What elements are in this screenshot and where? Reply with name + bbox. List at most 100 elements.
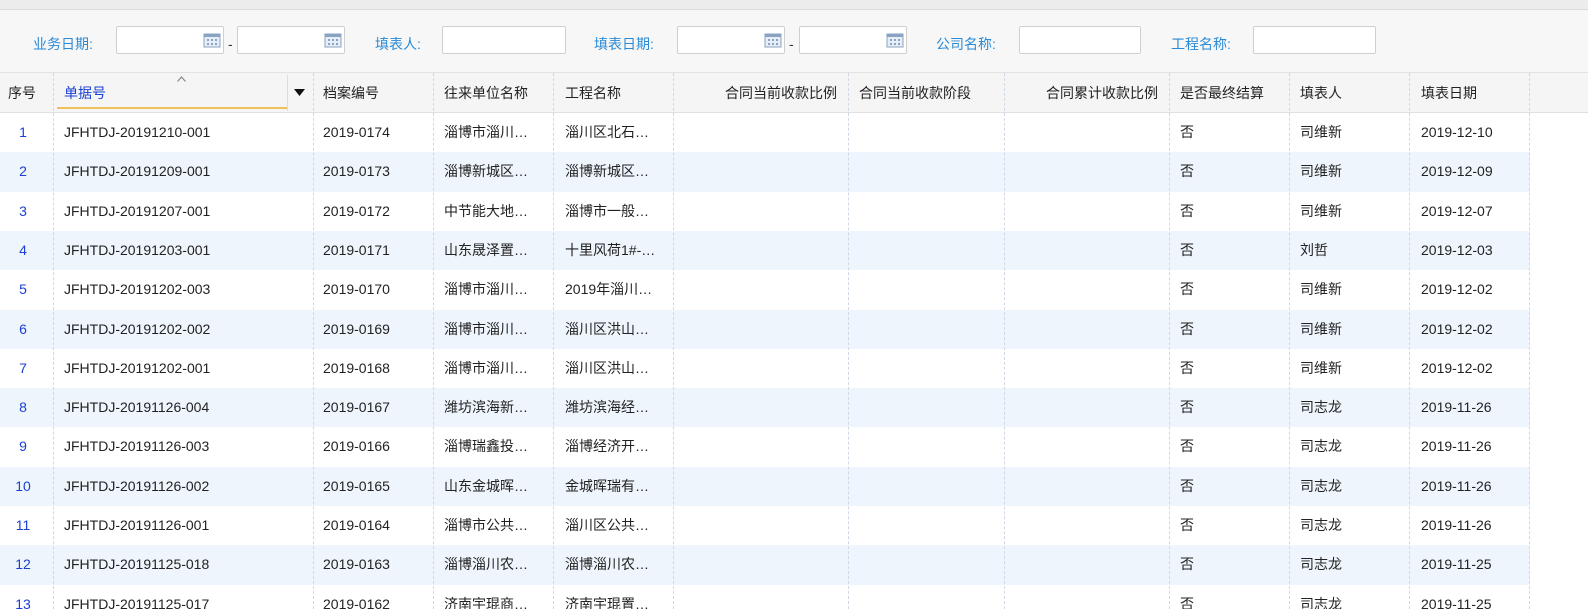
cell-fill-date: 2019-12-02 (1421, 320, 1493, 337)
column-header-partner-name[interactable]: 往来单位名称 (444, 73, 549, 113)
column-header-final-settlement[interactable]: 是否最终结算 (1180, 73, 1285, 113)
project-name-input[interactable] (1253, 26, 1376, 54)
row-index: 10 (15, 477, 31, 494)
cell-project-name: 淄川区洪山… (565, 359, 649, 376)
cell-cumulative-ratio (1010, 427, 1158, 466)
table-row[interactable]: 6 JFHTDJ-20191202-002 2019-0169 淄博市淄川… 淄川区洪山… (0, 309, 1530, 349)
cell-doc-number: JFHTDJ-20191202-002 (64, 320, 211, 337)
cell-project-name: 淄博市一般… (565, 202, 649, 219)
row-index: 9 (19, 438, 27, 455)
cell-filler: 司维新 (1300, 124, 1342, 140)
cell-cumulative-ratio (1010, 388, 1158, 427)
column-divider (1409, 73, 1410, 609)
table-row[interactable]: 12 JFHTDJ-20191125-018 2019-0163 淄博淄川农… 淄博淄川… (0, 545, 1530, 585)
row-index: 12 (15, 556, 31, 573)
business-date-end-input[interactable] (237, 26, 345, 54)
cell-doc-number: JFHTDJ-20191202-003 (64, 281, 211, 298)
cell-doc-number: JFHTDJ-20191202-001 (64, 359, 211, 376)
column-header-cumulative-ratio[interactable]: 合同累计收款比例 (1010, 73, 1158, 113)
cell-current-ratio (680, 192, 837, 231)
grid-header: 序号 单据号 档案编号 往来单位名称 工程名称 合同当前收款比例 合同当前收款阶… (0, 73, 1588, 113)
cell-project-name: 淄川区北石… (565, 124, 649, 140)
cell-doc-number: JFHTDJ-20191126-002 (64, 477, 210, 494)
column-divider (433, 73, 434, 609)
filler-label: 填表人: (375, 36, 421, 52)
cell-project-name: 十里风荷1#-… (565, 241, 656, 258)
cell-filler: 司维新 (1300, 163, 1342, 180)
cell-fill-date: 2019-12-03 (1421, 241, 1493, 258)
cell-file-number: 2019-0162 (323, 595, 390, 609)
cell-fill-date: 2019-12-10 (1421, 124, 1493, 140)
cell-current-stage (859, 388, 999, 427)
column-header-project-name[interactable]: 工程名称 (565, 73, 670, 113)
active-column-underline (57, 107, 287, 109)
calendar-icon[interactable] (324, 32, 342, 48)
cell-project-name: 淄博淄川农… (565, 556, 649, 573)
cell-doc-number: JFHTDJ-20191207-001 (64, 202, 211, 219)
cell-current-stage (859, 545, 999, 584)
fill-date-end-input[interactable] (799, 26, 907, 54)
table-row[interactable]: 11 JFHTDJ-20191126-001 2019-0164 淄博市公共… 淄川区公… (0, 506, 1530, 545)
column-divider (848, 73, 849, 609)
column-header-index[interactable]: 序号 (8, 73, 52, 113)
column-header-filler[interactable]: 填表人 (1300, 73, 1405, 113)
row-index: 5 (19, 281, 27, 298)
cell-doc-number: JFHTDJ-20191210-001 (64, 124, 211, 140)
cell-file-number: 2019-0174 (323, 124, 390, 140)
table-row[interactable]: 1 JFHTDJ-20191210-001 2019-0174 淄博市淄川… 淄川区北石… (0, 113, 1530, 152)
cell-project-name: 淄博经济开… (565, 438, 649, 455)
filler-input[interactable] (442, 26, 566, 54)
calendar-icon[interactable] (203, 32, 221, 48)
cell-final-settlement: 否 (1180, 556, 1194, 573)
cell-current-stage (859, 506, 999, 545)
cell-filler: 司志龙 (1300, 477, 1342, 494)
cell-current-ratio (680, 467, 837, 506)
table-row[interactable]: 5 JFHTDJ-20191202-003 2019-0170 淄博市淄川… 2019年… (0, 270, 1530, 309)
date-range-separator: - (228, 36, 233, 52)
fill-date-label: 填表日期: (594, 36, 654, 52)
cell-file-number: 2019-0167 (323, 399, 390, 416)
cell-partner-name: 淄博淄川农… (444, 556, 528, 573)
cell-current-stage (859, 310, 999, 349)
column-header-file-number[interactable]: 档案编号 (323, 73, 428, 113)
cell-filler: 司维新 (1300, 320, 1342, 337)
cell-file-number: 2019-0165 (323, 477, 390, 494)
cell-current-stage (859, 349, 999, 388)
business-date-start-input[interactable] (116, 26, 224, 54)
calendar-icon[interactable] (886, 32, 904, 48)
cell-current-ratio (680, 506, 837, 545)
table-row[interactable]: 9 JFHTDJ-20191126-003 2019-0166 淄博瑞鑫投… 淄博经济开… (0, 427, 1530, 466)
cell-partner-name: 淄博市淄川… (444, 359, 528, 376)
cell-fill-date: 2019-12-07 (1421, 202, 1493, 219)
column-menu-button[interactable] (287, 75, 313, 111)
cell-project-name: 淄博新城区… (565, 163, 649, 180)
table-row[interactable]: 8 JFHTDJ-20191126-004 2019-0167 潍坊滨海新… 潍坊滨海经… (0, 388, 1530, 428)
table-row[interactable]: 2 JFHTDJ-20191209-001 2019-0173 淄博新城区… 淄博新城区… (0, 152, 1530, 192)
sort-ascending-icon[interactable] (177, 76, 186, 82)
row-index: 3 (19, 202, 27, 219)
table-row[interactable]: 7 JFHTDJ-20191202-001 2019-0168 淄博市淄川… 淄川区洪山… (0, 349, 1530, 388)
company-name-input[interactable] (1019, 26, 1141, 54)
column-header-fill-date[interactable]: 填表日期 (1421, 73, 1526, 113)
cell-file-number: 2019-0168 (323, 359, 390, 376)
calendar-icon[interactable] (764, 32, 782, 48)
cell-cumulative-ratio (1010, 192, 1158, 231)
cell-partner-name: 潍坊滨海新… (444, 399, 528, 416)
cell-filler: 司志龙 (1300, 556, 1342, 573)
cell-file-number: 2019-0166 (323, 438, 390, 455)
table-row[interactable]: 13 JFHTDJ-20191125-017 2019-0162 济南宇琨商… 济南宇琨… (0, 585, 1530, 609)
table-row[interactable]: 3 JFHTDJ-20191207-001 2019-0172 中节能大地… 淄博市一般… (0, 192, 1530, 231)
table-row[interactable]: 4 JFHTDJ-20191203-001 2019-0171 山东晟泽置… 十里风荷1… (0, 230, 1530, 271)
row-index: 8 (19, 399, 27, 416)
column-header-current-stage[interactable]: 合同当前收款阶段 (859, 73, 999, 113)
cell-current-ratio (680, 113, 837, 152)
column-header-current-ratio[interactable]: 合同当前收款比例 (680, 73, 837, 113)
fill-date-start-input[interactable] (677, 26, 785, 54)
cell-current-ratio (680, 349, 837, 388)
cell-project-name: 2019年淄川… (565, 281, 653, 298)
row-index: 1 (19, 124, 27, 140)
table-row[interactable]: 10 JFHTDJ-20191126-002 2019-0165 山东金城晖… 金城晖瑞… (0, 466, 1530, 506)
cell-final-settlement: 否 (1180, 595, 1194, 609)
cell-partner-name: 淄博瑞鑫投… (444, 438, 528, 455)
column-divider (553, 73, 554, 609)
